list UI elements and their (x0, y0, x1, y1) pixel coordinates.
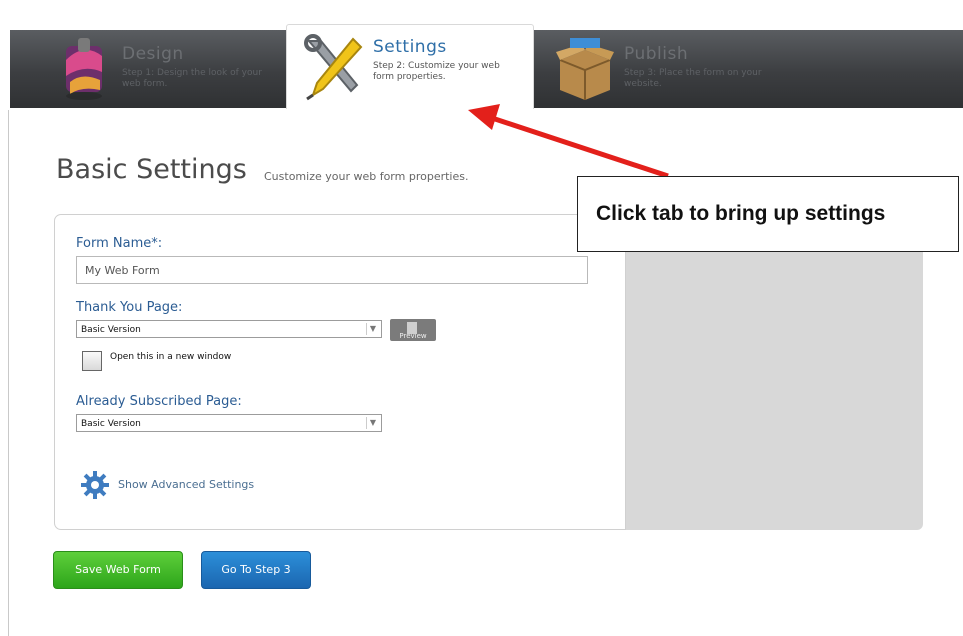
save-web-form-button[interactable]: Save Web Form (53, 551, 183, 589)
thank-you-page-select[interactable]: Basic Version ▼ (76, 320, 382, 338)
settings-side-panel (625, 216, 923, 530)
chevron-down-icon: ▼ (366, 323, 379, 335)
wrench-screwdriver-icon (304, 34, 363, 101)
already-subscribed-value: Basic Version (81, 419, 141, 429)
annotation-callout-text: Click tab to bring up settings (596, 202, 886, 225)
tab-publish-title: Publish (624, 44, 689, 64)
already-subscribed-select[interactable]: Basic Version ▼ (76, 414, 382, 432)
show-advanced-settings-link[interactable]: Show Advanced Settings (118, 478, 254, 491)
tab-design[interactable]: Design Step 1: Design the look of your w… (50, 30, 290, 108)
document-icon (407, 322, 417, 334)
page-subtitle: Customize your web form properties. (264, 170, 469, 183)
tab-design-desc: Step 1: Design the look of your web form… (122, 68, 262, 89)
tab-publish[interactable]: Publish Step 3: Place the form on your w… (542, 30, 802, 108)
form-name-label: Form Name*: (76, 236, 163, 251)
annotation-callout: Click tab to bring up settings (577, 176, 959, 252)
page-title: Basic Settings (56, 154, 247, 185)
tab-settings-desc: Step 2: Customize your web form properti… (373, 61, 500, 82)
tab-settings[interactable]: Settings Step 2: Customize your web form… (286, 24, 534, 109)
open-new-window-checkbox[interactable] (82, 351, 102, 371)
form-name-input[interactable]: My Web Form (76, 256, 588, 284)
design-paint-icon (66, 38, 102, 100)
open-new-window-label: Open this in a new window (110, 352, 232, 362)
step-tab-bar: Design Step 1: Design the look of your w… (10, 24, 963, 109)
thank-you-page-value: Basic Version (81, 325, 141, 335)
thank-you-page-label: Thank You Page: (76, 300, 183, 315)
already-subscribed-label: Already Subscribed Page: (76, 394, 242, 409)
go-to-step-3-button[interactable]: Go To Step 3 (201, 551, 311, 589)
left-border (8, 110, 9, 636)
tab-publish-desc: Step 3: Place the form on your website. (624, 68, 762, 89)
box-package-icon (556, 38, 614, 100)
tab-settings-title: Settings (373, 37, 447, 57)
tab-design-title: Design (122, 44, 184, 64)
chevron-down-icon: ▼ (366, 417, 379, 429)
gear-icon[interactable] (80, 470, 110, 500)
preview-button[interactable]: Preview (390, 319, 436, 341)
